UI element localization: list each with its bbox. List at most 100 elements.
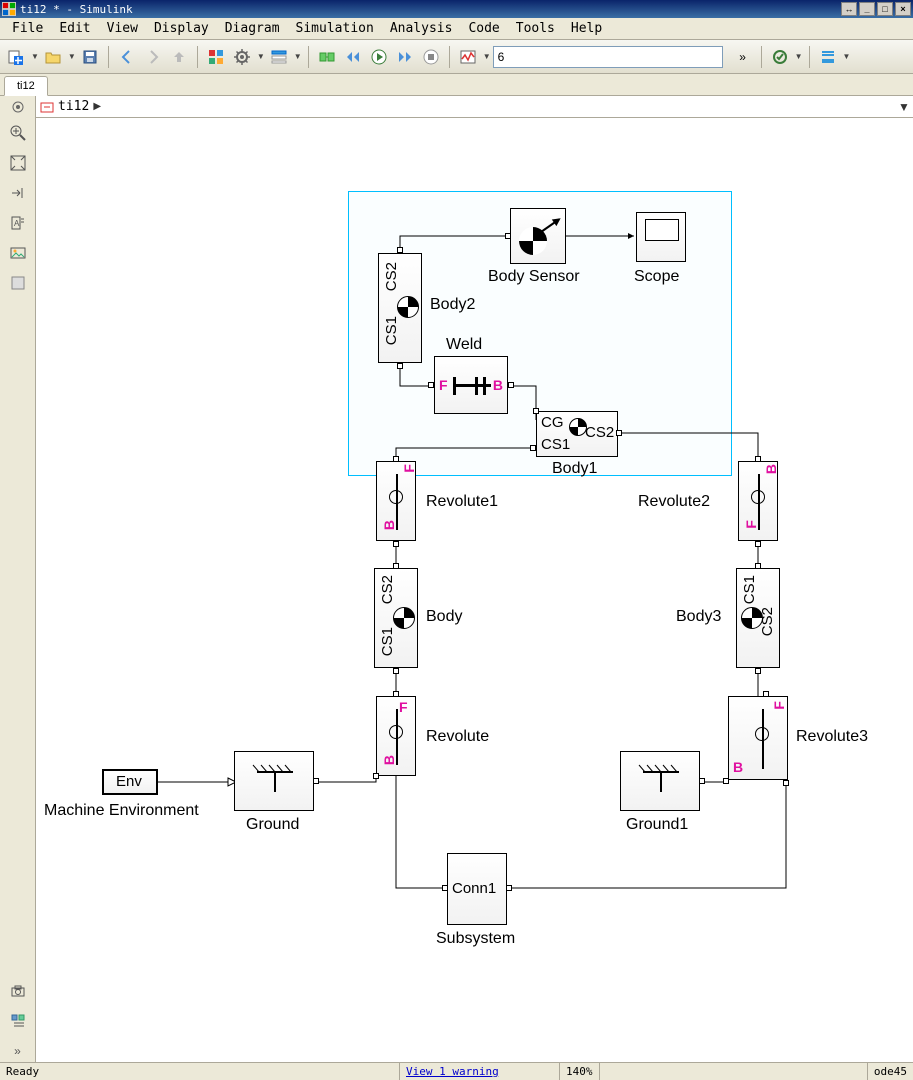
more-toolbar-button[interactable]: »: [731, 45, 755, 69]
step-back-button[interactable]: [341, 45, 365, 69]
block-revolute2[interactable]: B F: [738, 461, 778, 541]
label-revolute1[interactable]: Revolute1: [426, 493, 498, 511]
label-ground[interactable]: Ground: [246, 816, 299, 834]
menu-tools[interactable]: Tools: [508, 19, 563, 38]
build-button[interactable]: [768, 45, 792, 69]
area-icon[interactable]: [7, 272, 29, 294]
minimize-button[interactable]: _: [859, 2, 875, 16]
model-explorer-button[interactable]: [267, 45, 291, 69]
library-browser-button[interactable]: [204, 45, 228, 69]
port: [505, 233, 511, 239]
port: [393, 668, 399, 674]
image-icon[interactable]: [7, 242, 29, 264]
maximize-button[interactable]: □: [877, 2, 893, 16]
revolute-b: B: [381, 755, 397, 765]
breadcrumb-arrow-icon: ▶: [93, 101, 101, 112]
menu-analysis[interactable]: Analysis: [382, 19, 461, 38]
label-ground1[interactable]: Ground1: [626, 816, 688, 834]
label-subsystem[interactable]: Subsystem: [436, 930, 515, 948]
breadcrumb-model[interactable]: ti12: [58, 99, 89, 114]
status-warning-link[interactable]: View 1 warning: [406, 1065, 499, 1078]
menu-edit[interactable]: Edit: [51, 19, 98, 38]
label-body1[interactable]: Body1: [552, 460, 597, 478]
open-button[interactable]: [41, 45, 65, 69]
legend-icon[interactable]: [7, 1010, 29, 1032]
open-dropdown-icon[interactable]: ▼: [68, 52, 76, 61]
menu-help[interactable]: Help: [563, 19, 610, 38]
tab-strip: ti12: [0, 74, 913, 96]
block-subsystem[interactable]: Conn1: [447, 853, 507, 925]
menu-display[interactable]: Display: [146, 19, 217, 38]
port: [393, 541, 399, 547]
deploy-dropdown-icon[interactable]: ▼: [843, 52, 851, 61]
toolbar: ▼ ▼ ▼ ▼ ▼ » ▼ ▼: [0, 40, 913, 74]
zoom-in-icon[interactable]: [7, 122, 29, 144]
menu-view[interactable]: View: [99, 19, 146, 38]
sdi-dropdown-icon[interactable]: ▼: [483, 52, 491, 61]
label-body3[interactable]: Body3: [676, 608, 721, 626]
status-solver[interactable]: ode45: [868, 1063, 913, 1080]
menu-simulation[interactable]: Simulation: [288, 19, 382, 38]
block-body2[interactable]: CS1 CS2: [378, 253, 422, 363]
block-scope[interactable]: [636, 212, 686, 262]
autoarrange-icon[interactable]: [7, 182, 29, 204]
block-ground1[interactable]: [620, 751, 700, 811]
status-zoom[interactable]: 140%: [560, 1063, 600, 1080]
block-body[interactable]: CS1 CS2: [374, 568, 418, 668]
hide-browser-button[interactable]: [0, 96, 36, 118]
label-body-sensor[interactable]: Body Sensor: [488, 268, 580, 286]
block-revolute3[interactable]: F B: [728, 696, 788, 780]
step-forward-button[interactable]: [393, 45, 417, 69]
block-body3[interactable]: CS1 CS2: [736, 568, 780, 668]
block-weld[interactable]: F B: [434, 356, 508, 414]
port: [313, 778, 319, 784]
port: [373, 773, 379, 779]
block-ground[interactable]: [234, 751, 314, 811]
fit-to-view-icon[interactable]: [7, 152, 29, 174]
expand-breadcrumb-button[interactable]: ▼: [895, 100, 913, 114]
block-revolute1[interactable]: F B: [376, 461, 416, 541]
new-dropdown-icon[interactable]: ▼: [31, 52, 39, 61]
port: [616, 430, 622, 436]
new-model-button[interactable]: [4, 45, 28, 69]
svg-text:A: A: [14, 219, 20, 228]
more-palette-button[interactable]: »: [7, 1040, 29, 1062]
forward-button[interactable]: [141, 45, 165, 69]
label-body2[interactable]: Body2: [430, 296, 475, 314]
block-body1[interactable]: CG CS1 CS2: [536, 411, 618, 457]
build-dropdown-icon[interactable]: ▼: [795, 52, 803, 61]
block-revolute[interactable]: F B: [376, 696, 416, 776]
update-diagram-button[interactable]: [315, 45, 339, 69]
canvas[interactable]: Env Machine Environment Ground Ground1 F…: [36, 118, 913, 1062]
block-body-sensor[interactable]: [510, 208, 566, 264]
label-revolute2[interactable]: Revolute2: [638, 493, 710, 511]
menu-code[interactable]: Code: [460, 19, 507, 38]
deploy-button[interactable]: [816, 45, 840, 69]
close-button[interactable]: ×: [895, 2, 911, 16]
stop-time-input[interactable]: [493, 46, 723, 68]
port: [393, 563, 399, 569]
label-weld[interactable]: Weld: [446, 336, 482, 354]
back-button[interactable]: [115, 45, 139, 69]
breadcrumb[interactable]: ti12 ▶: [36, 99, 105, 114]
dock-button[interactable]: ↔: [841, 2, 857, 16]
save-button[interactable]: [78, 45, 102, 69]
simulation-data-inspector-button[interactable]: [456, 45, 480, 69]
label-machine-environment[interactable]: Machine Environment: [44, 802, 199, 820]
model-config-button[interactable]: [230, 45, 254, 69]
tab-model[interactable]: ti12: [4, 76, 48, 96]
label-body[interactable]: Body: [426, 608, 462, 626]
explorer-dropdown-icon[interactable]: ▼: [294, 52, 302, 61]
menu-diagram[interactable]: Diagram: [217, 19, 288, 38]
stop-button[interactable]: [419, 45, 443, 69]
screenshot-icon[interactable]: [7, 980, 29, 1002]
label-revolute3[interactable]: Revolute3: [796, 728, 868, 746]
label-scope[interactable]: Scope: [634, 268, 679, 286]
label-revolute[interactable]: Revolute: [426, 728, 489, 746]
menu-file[interactable]: File: [4, 19, 51, 38]
annotation-icon[interactable]: A: [7, 212, 29, 234]
up-button[interactable]: [167, 45, 191, 69]
run-button[interactable]: [367, 45, 391, 69]
block-machine-environment[interactable]: Env: [102, 769, 158, 795]
config-dropdown-icon[interactable]: ▼: [257, 52, 265, 61]
